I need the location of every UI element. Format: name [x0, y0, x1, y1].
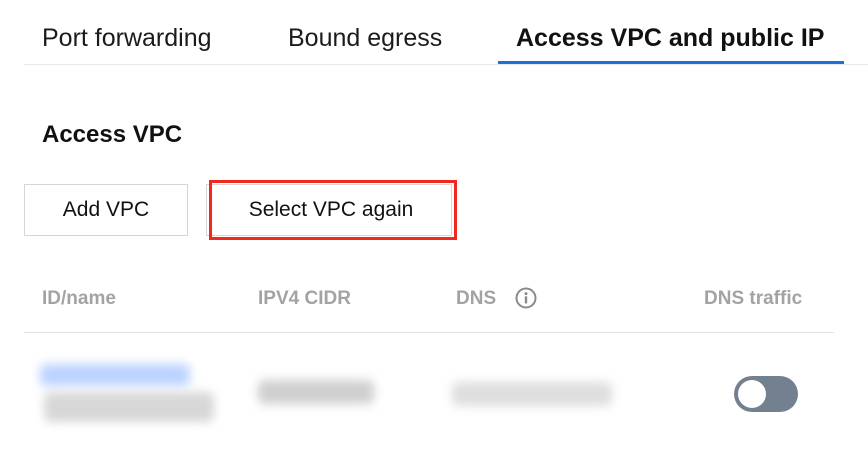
- column-header-dns: DNS: [456, 288, 497, 309]
- column-header-dns-traffic: DNS traffic: [704, 288, 803, 309]
- tab-bound-egress[interactable]: Bound egress: [288, 24, 442, 53]
- tab-access-vpc-public-ip[interactable]: Access VPC and public IP: [516, 24, 824, 53]
- tab-divider: [24, 64, 868, 65]
- table-header-divider: [24, 332, 834, 333]
- column-header-ipv4-cidr: IPV4 CIDR: [258, 288, 351, 309]
- redacted-dns: [452, 382, 612, 406]
- column-header-id-name: ID/name: [42, 288, 116, 309]
- highlight-box: [209, 180, 457, 240]
- redacted-vpc-name: [44, 392, 214, 422]
- redacted-ipv4-cidr: [258, 380, 374, 404]
- toggle-knob: [738, 380, 766, 408]
- info-icon[interactable]: [515, 287, 537, 309]
- dns-traffic-toggle[interactable]: [734, 376, 798, 412]
- active-tab-indicator: [498, 61, 844, 64]
- add-vpc-button[interactable]: Add VPC: [24, 184, 188, 236]
- tab-bar: Port forwarding Bound egress Access VPC …: [24, 0, 868, 66]
- tab-port-forwarding[interactable]: Port forwarding: [42, 24, 212, 53]
- redacted-vpc-id: [40, 364, 190, 386]
- section-title: Access VPC: [42, 121, 183, 148]
